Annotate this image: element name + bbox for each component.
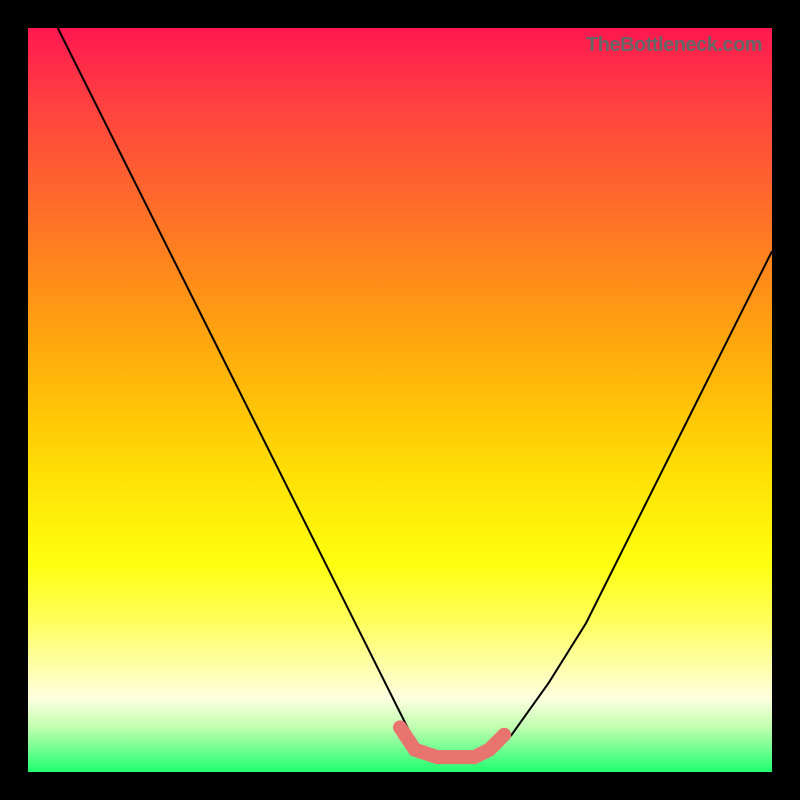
bottleneck-curve (28, 28, 772, 772)
trough-highlight (400, 727, 504, 757)
curve-path (58, 28, 772, 757)
chart-frame: TheBottleneck.com (28, 28, 772, 772)
